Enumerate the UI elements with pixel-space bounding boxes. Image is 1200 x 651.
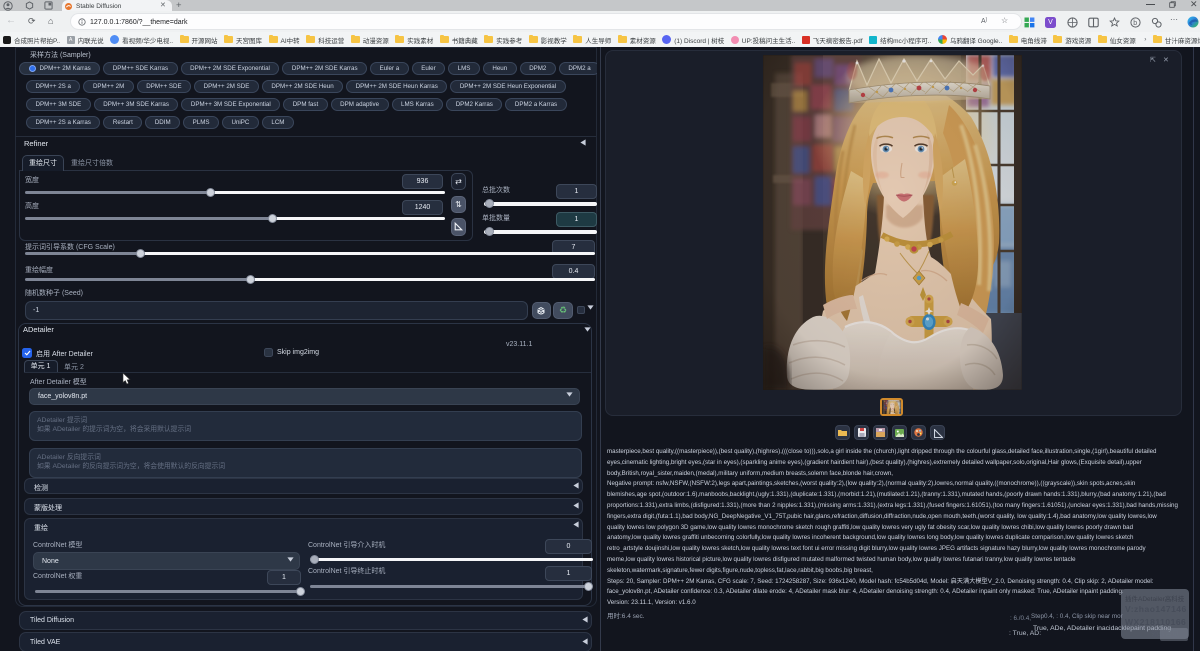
- svg-text:b: b: [1133, 20, 1137, 27]
